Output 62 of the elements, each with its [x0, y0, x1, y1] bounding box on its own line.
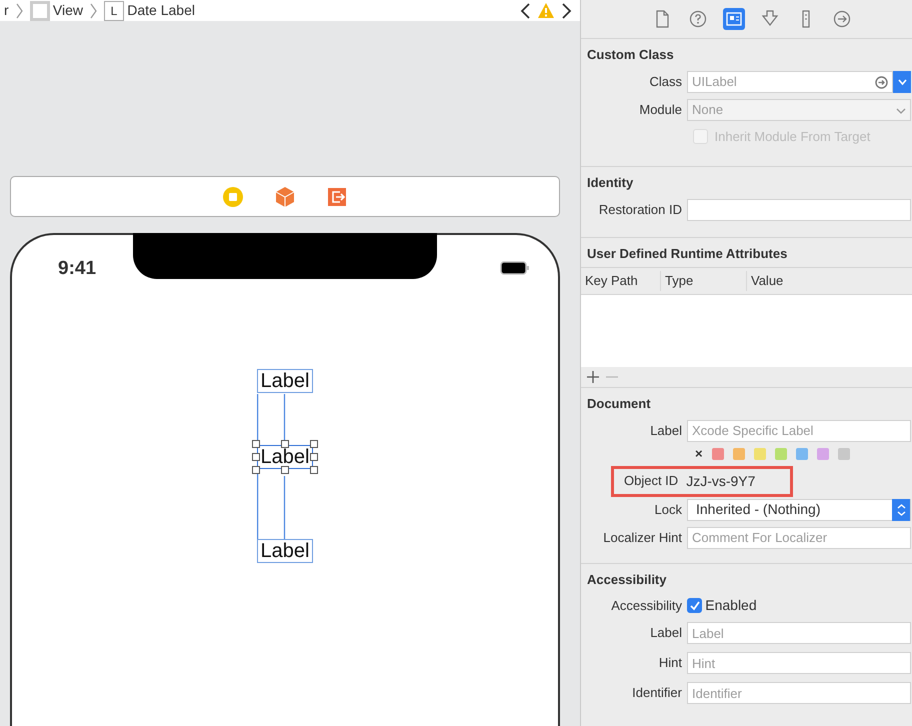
chevron-right-icon: [89, 2, 98, 20]
dropdown-button[interactable]: [893, 70, 911, 92]
status-time: 9:41: [58, 257, 96, 281]
color-swatch[interactable]: [838, 448, 850, 460]
object-id-value: JzJ-vs-9Y7: [686, 472, 756, 490]
label-icon: L: [104, 0, 124, 20]
module-field[interactable]: None: [687, 98, 911, 120]
arrow-circle-icon[interactable]: [875, 76, 888, 88]
inspector-tab[interactable]: [722, 8, 744, 30]
section-title: Document: [586, 395, 652, 413]
column-header[interactable]: Type: [661, 271, 747, 291]
exit-icon[interactable]: [326, 186, 348, 208]
section-title: User Defined Runtime Attributes: [586, 244, 788, 262]
color-swatch[interactable]: [732, 448, 745, 460]
label-text[interactable]: Label: [257, 539, 313, 563]
class-field[interactable]: UILabel: [687, 70, 893, 92]
chevron-down-icon: [896, 106, 906, 114]
lock-popup-button[interactable]: Inherited - (Nothing): [687, 498, 911, 520]
stepper-icon: [896, 502, 906, 516]
color-swatch[interactable]: [754, 448, 766, 460]
color-swatch[interactable]: [796, 448, 808, 460]
text-field[interactable]: Identifier: [687, 682, 911, 704]
chevron-right-icon: [14, 2, 24, 20]
field-label: Class: [648, 72, 683, 91]
battery-icon: [500, 261, 530, 275]
checkbox-label: Enabled: [705, 596, 757, 615]
field-label: Module: [638, 100, 683, 119]
section-title: Accessibility: [586, 570, 668, 589]
field-label: Hint: [658, 654, 683, 672]
color-swatch[interactable]: [774, 448, 787, 460]
field-label: Object ID: [624, 472, 678, 490]
text-field[interactable]: Hint: [687, 652, 911, 674]
field-label: Accessibility: [610, 596, 683, 615]
field-label: Identifier: [631, 684, 683, 702]
text-field[interactable]: [687, 198, 911, 220]
section-title: Identity: [586, 174, 634, 192]
field-label: Label: [649, 624, 683, 642]
popup-value: Inherited - (Nothing): [696, 500, 821, 519]
breadcrumb-item[interactable]: r: [4, 0, 9, 21]
checkbox[interactable]: [687, 598, 702, 613]
check-icon: [688, 600, 700, 611]
add-icon[interactable]: [587, 371, 599, 383]
text-field[interactable]: Comment For Localizer: [687, 526, 911, 548]
warning-icon[interactable]: [537, 2, 555, 19]
chevron-down-icon: [896, 76, 908, 86]
breadcrumb-item[interactable]: View: [52, 0, 84, 21]
text-field[interactable]: Label: [687, 622, 911, 644]
view-controller-icon[interactable]: [222, 186, 244, 208]
column-header[interactable]: Value: [747, 271, 897, 291]
field-label: Label: [649, 422, 683, 440]
breadcrumb-item[interactable]: Date Label: [127, 0, 195, 21]
column-header[interactable]: Key Path: [581, 271, 661, 291]
field-label: Restoration ID: [598, 200, 683, 219]
label-text[interactable]: Label: [257, 369, 313, 393]
cube-icon[interactable]: [274, 186, 296, 208]
color-swatch[interactable]: [712, 448, 724, 460]
text-field[interactable]: Xcode Specific Label: [687, 420, 911, 442]
field-label: Lock: [654, 500, 683, 519]
clear-color-button[interactable]: ×: [695, 448, 703, 460]
section-title: Custom Class: [586, 46, 675, 64]
color-swatch[interactable]: [816, 448, 829, 460]
field-label: Localizer Hint: [602, 528, 683, 547]
